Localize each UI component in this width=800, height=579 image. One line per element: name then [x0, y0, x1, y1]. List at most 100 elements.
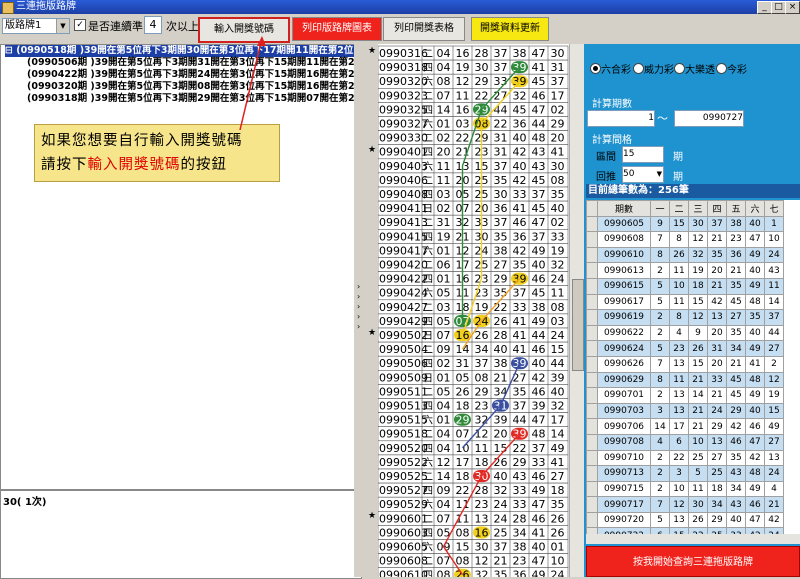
table-hscroll[interactable]	[586, 534, 800, 544]
table-row[interactable]: 0990605 9 15 30 37 38 40 1	[586, 215, 784, 233]
row-selector[interactable]	[586, 355, 598, 373]
radio-lotto-six[interactable]	[590, 63, 601, 74]
row-selector[interactable]	[586, 433, 598, 451]
row-selector[interactable]	[586, 293, 598, 311]
star-icon: ★	[368, 144, 377, 155]
row-selector[interactable]	[586, 371, 598, 389]
draw-weekday: 六	[423, 288, 433, 300]
draw-number: 35	[494, 174, 508, 187]
table-cell: 27	[764, 340, 784, 357]
table-row[interactable]: 0990624 5 23 26 31 34 49 27	[586, 340, 784, 357]
table-cell: 35	[726, 449, 746, 467]
row-selector[interactable]	[586, 511, 598, 529]
table-cell: 13	[707, 433, 727, 451]
draw-number: 16	[475, 526, 489, 539]
draw-number: 07	[437, 555, 451, 568]
table-row[interactable]: 0990710 2 22 25 27 35 42 13	[586, 449, 784, 467]
table-row[interactable]: 0990715 2 10 11 18 34 49 4	[586, 480, 784, 498]
table-row[interactable]: 0990717 7 12 30 34 43 46 21	[586, 496, 784, 513]
draw-number: 43	[532, 146, 546, 159]
column-header[interactable]: 一	[650, 200, 670, 217]
period-to-input[interactable]: 0990727	[674, 110, 744, 127]
column-header[interactable]: 二	[669, 200, 689, 217]
table-row[interactable]: 0990626 7 13 15 20 21 41 2	[586, 355, 784, 373]
table-cell: 43	[764, 262, 784, 279]
column-header[interactable]: 五	[726, 200, 746, 217]
table-row[interactable]: 0990720 5 13 26 29 40 47 42	[586, 511, 784, 529]
row-selector[interactable]	[586, 324, 598, 342]
column-header[interactable]: 四	[707, 200, 727, 217]
chevron-down-icon[interactable]: ▼	[657, 167, 662, 182]
row-selector[interactable]	[586, 262, 598, 279]
table-row[interactable]: 0990706 14 17 21 29 42 46 49	[586, 418, 784, 435]
period-from-input[interactable]: 1	[587, 110, 655, 127]
draw-number: 02	[437, 132, 451, 145]
table-row[interactable]: 0990629 8 11 21 33 45 48 12	[586, 371, 784, 389]
radio-big-lotto[interactable]	[674, 63, 685, 74]
draw-number: 11	[475, 442, 489, 455]
row-selector[interactable]	[586, 465, 598, 482]
radio-today[interactable]	[716, 63, 727, 74]
draw-period: 0990318	[379, 61, 428, 74]
table-row[interactable]: 0990619 2 8 12 13 27 35 37	[586, 309, 784, 326]
table-row[interactable]: 0990615 5 10 18 21 35 49 11	[586, 277, 784, 295]
back-select[interactable]: 50 ▼	[622, 166, 664, 183]
table-row[interactable]: 0990708 4 6 10 13 46 47 27	[586, 433, 784, 451]
scroll-thumb[interactable]	[572, 279, 584, 371]
table-cell: 21	[688, 402, 708, 420]
draw-number: 01	[551, 541, 565, 554]
row-selector[interactable]	[586, 418, 598, 435]
start-search-button[interactable]: 按我開始查詢三連拖版路牌	[586, 546, 800, 577]
table-row[interactable]: 0990713 2 3 5 25 43 48 24	[586, 465, 784, 482]
table-row[interactable]: 0990701 2 13 14 21 45 49 19	[586, 387, 784, 404]
draw-number: 29	[513, 456, 527, 469]
back-unit: 期	[673, 172, 683, 183]
row-selector[interactable]	[586, 246, 598, 264]
star-icon: ★	[368, 328, 377, 338]
column-header[interactable]: 七	[764, 200, 784, 217]
table-cell: 0990610	[597, 246, 651, 264]
draw-weekday: 日	[423, 331, 433, 342]
row-selector[interactable]	[586, 340, 598, 357]
row-selector[interactable]	[586, 402, 598, 420]
column-header[interactable]: 六	[745, 200, 765, 217]
draw-number: 47	[532, 47, 546, 60]
table-cell: 24	[764, 465, 784, 482]
draw-table-grid: 期數一二三四五六七 0990605 9 15 30 37 38 40 1 0990608 7 8 12 2…	[586, 200, 784, 534]
table-row[interactable]: 0990610 8 26 32 35 36 49 24	[586, 246, 784, 264]
table-row[interactable]: 0990617 5 11 15 42 45 48 14	[586, 293, 784, 311]
draw-weekday: 四	[423, 486, 433, 497]
row-selector[interactable]	[586, 387, 598, 404]
table-cell: 0990626	[597, 355, 651, 373]
row-selector[interactable]	[586, 480, 598, 498]
table-cell: 36	[726, 246, 746, 264]
column-header[interactable]: 三	[688, 200, 708, 217]
draw-number: 33	[532, 456, 546, 469]
draw-number: 28	[475, 47, 489, 60]
radio-power[interactable]	[633, 63, 644, 74]
table-cell: 0990715	[597, 480, 651, 498]
draw-number: 46	[532, 343, 546, 356]
draw-weekday: 六	[423, 245, 433, 257]
draw-period: 0990420	[379, 259, 428, 272]
draw-period: 0990413	[379, 216, 428, 229]
gap-input[interactable]: 15	[622, 146, 664, 163]
draw-period: 0990601	[379, 512, 428, 525]
row-selector[interactable]	[586, 309, 598, 326]
chevron-right-icon: ›	[357, 292, 361, 301]
row-selector[interactable]	[586, 215, 598, 233]
column-header[interactable]: 期數	[597, 200, 651, 217]
table-row[interactable]: 0990613 2 11 19 20 21 40 43	[586, 262, 784, 279]
grid-scrollbar[interactable]	[569, 44, 584, 577]
draw-weekday: 四	[423, 359, 433, 370]
row-selector[interactable]	[586, 449, 598, 467]
table-row[interactable]: 0990622 2 4 9 20 35 40 44	[586, 324, 784, 342]
table-cell: 29	[726, 402, 746, 420]
table-row[interactable]: 0990703 3 13 21 24 29 40 15	[586, 402, 784, 420]
row-selector[interactable]	[586, 496, 598, 513]
row-selector[interactable]	[586, 231, 598, 248]
draw-period: 0990411	[379, 202, 428, 215]
draw-number: 01	[437, 118, 451, 131]
row-selector[interactable]	[586, 277, 598, 295]
table-row[interactable]: 0990608 7 8 12 21 23 47 10	[586, 231, 784, 248]
